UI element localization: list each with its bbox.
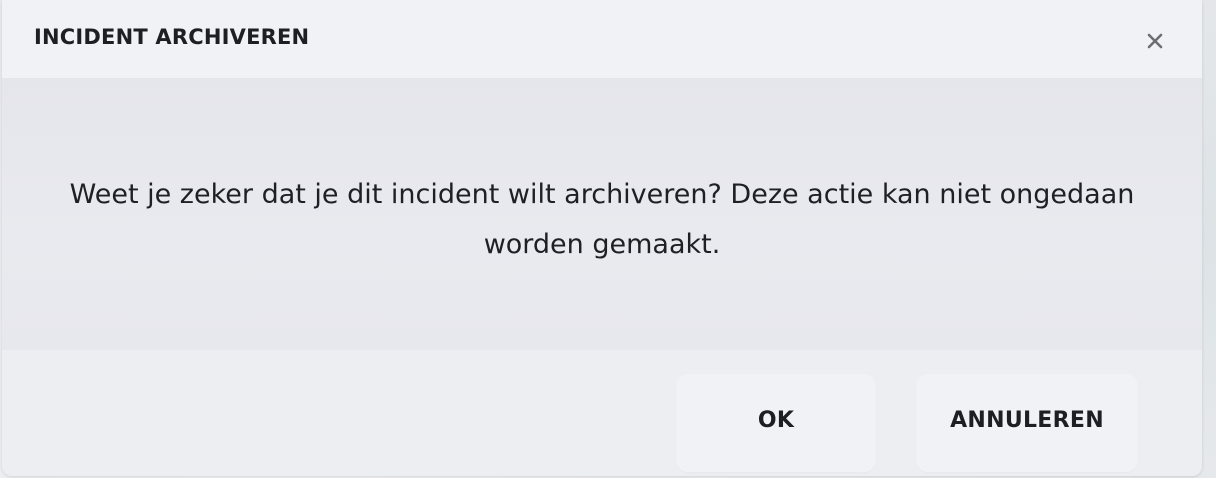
confirmation-message: Weet je zeker dat je dit incident wilt a…: [69, 179, 1135, 260]
background-map: [1202, 0, 1216, 478]
cancel-button[interactable]: ANNULEREN: [916, 374, 1138, 472]
dialog-title: INCIDENT ARCHIVEREN: [34, 25, 310, 49]
close-icon: [1147, 33, 1163, 49]
dialog-footer: OK ANNULEREN: [2, 350, 1202, 476]
close-button[interactable]: [1140, 26, 1170, 56]
dialog-body: Weet je zeker dat je dit incident wilt a…: [2, 78, 1202, 350]
archive-incident-dialog: INCIDENT ARCHIVEREN Weet je zeker dat je…: [2, 0, 1202, 476]
dialog-header: INCIDENT ARCHIVEREN: [2, 0, 1202, 78]
ok-button[interactable]: OK: [676, 374, 876, 472]
